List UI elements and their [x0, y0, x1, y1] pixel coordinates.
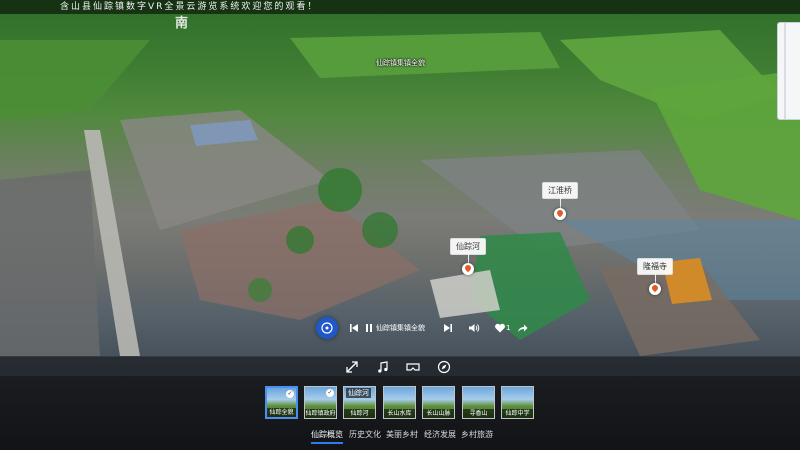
scene-thumbnail[interactable]: 长山水库 — [383, 386, 416, 419]
thumbnail-caption: 仙踪中学 — [502, 409, 533, 418]
scene-thumbnail[interactable]: 长山山脉 — [422, 386, 455, 419]
category-tab[interactable]: 美丽乡村 — [386, 429, 418, 440]
check-icon: ✓ — [286, 390, 294, 398]
music-disc-icon[interactable] — [316, 317, 338, 339]
check-icon: ✓ — [326, 389, 334, 397]
next-icon[interactable] — [442, 322, 454, 334]
heart-icon[interactable] — [494, 322, 506, 334]
location-pin-icon[interactable] — [462, 263, 474, 275]
control-toolbar — [0, 356, 800, 377]
audio-player: 仙踪镇集镇全貌 1 — [316, 317, 532, 339]
location-pin-icon[interactable] — [649, 283, 661, 295]
thumbnail-caption: 寻香山 — [463, 409, 494, 418]
like-count: 1 — [506, 324, 511, 332]
minimap[interactable] — [777, 22, 800, 120]
scene-thumbnail[interactable]: 仙踪河 仙踪河 — [343, 386, 376, 419]
thumbnail-caption: 仙踪全貌 — [267, 408, 296, 417]
welcome-marquee: 含山县仙踪镇数字VR全景云游览系统欢迎您的观看！ — [60, 2, 319, 12]
thumbnail-caption: 长山水库 — [384, 409, 415, 418]
category-tab[interactable]: 经济发展 — [424, 429, 456, 440]
thumbnail-caption: 仙踪河 — [344, 409, 375, 418]
volume-icon[interactable] — [468, 322, 480, 334]
thumbnail-caption: 仙踪镇政府 — [305, 409, 336, 418]
pause-icon[interactable] — [363, 322, 375, 334]
scene-area-label: 仙踪镇集镇全貌 — [376, 59, 425, 67]
music-note-icon[interactable] — [376, 360, 390, 374]
scene-thumbnail[interactable]: ✓ 仙踪镇政府 — [304, 386, 337, 419]
category-tab[interactable]: 仙踪概览 — [311, 429, 343, 444]
previous-icon[interactable] — [348, 322, 360, 334]
location-pin-icon[interactable] — [554, 208, 566, 220]
scene-thumbnail[interactable]: ✓ 仙踪全貌 — [265, 386, 298, 419]
scene-thumbnail[interactable]: 仙踪中学 — [501, 386, 534, 419]
panorama-view[interactable]: 仙踪镇集镇全貌 江淮桥 仙踪河 隆福寺 仙踪镇集镇全貌 1 — [0, 0, 800, 376]
thumbnail-tag: 仙踪河 — [346, 388, 371, 398]
vr-glasses-icon[interactable] — [406, 360, 420, 374]
category-tab[interactable]: 乡村旅游 — [461, 429, 493, 440]
scene-navigation: ✓ 仙踪全貌 ✓ 仙踪镇政府 仙踪河 仙踪河 长山水库 长山山脉 寻香山 仙踪中学 仙踪概览 历史文… — [0, 376, 800, 450]
compass-direction: 南 — [175, 16, 190, 31]
thumbnail-caption: 长山山脉 — [423, 409, 454, 418]
compass-icon[interactable] — [437, 360, 451, 374]
category-tab[interactable]: 历史文化 — [349, 429, 381, 440]
gyroscope-icon[interactable] — [345, 360, 359, 374]
minimap-road — [784, 23, 786, 119]
top-banner: 含山县仙踪镇数字VR全景云游览系统欢迎您的观看！ — [0, 0, 800, 14]
track-title: 仙踪镇集镇全貌 — [376, 324, 425, 332]
share-icon[interactable] — [516, 322, 528, 334]
scene-thumbnail[interactable]: 寻香山 — [462, 386, 495, 419]
